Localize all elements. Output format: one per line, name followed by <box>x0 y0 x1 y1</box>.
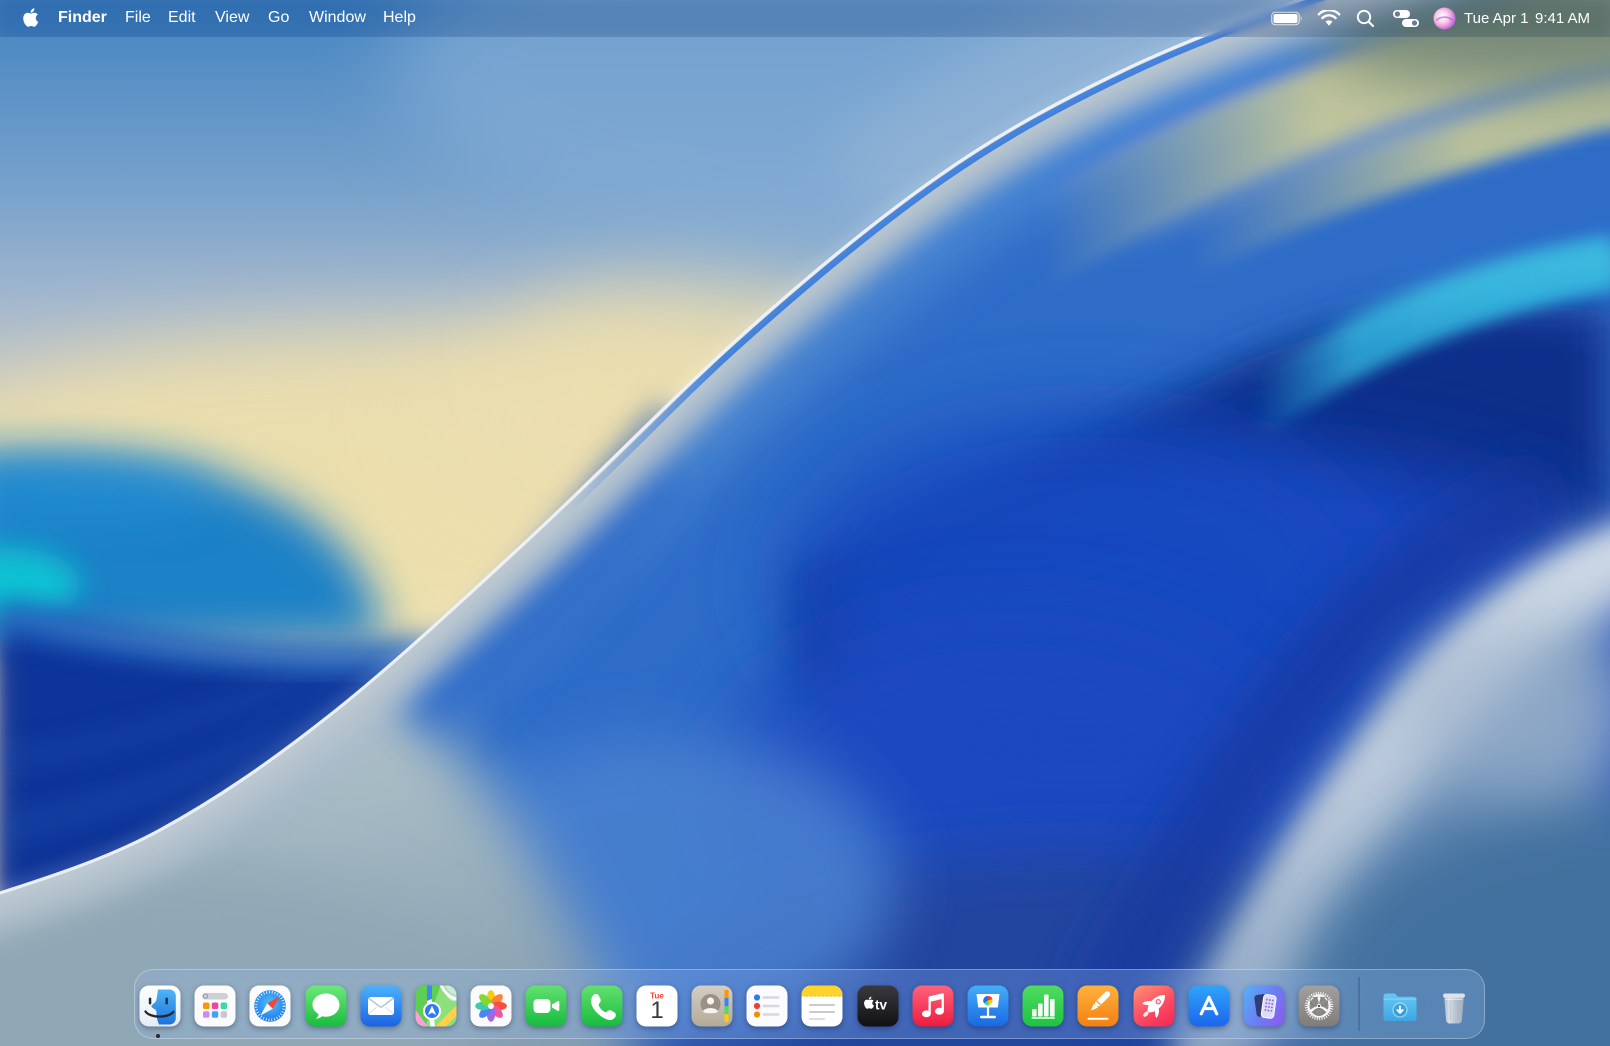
svg-text:1: 1 <box>650 997 663 1024</box>
svg-text:tv: tv <box>875 998 887 1013</box>
